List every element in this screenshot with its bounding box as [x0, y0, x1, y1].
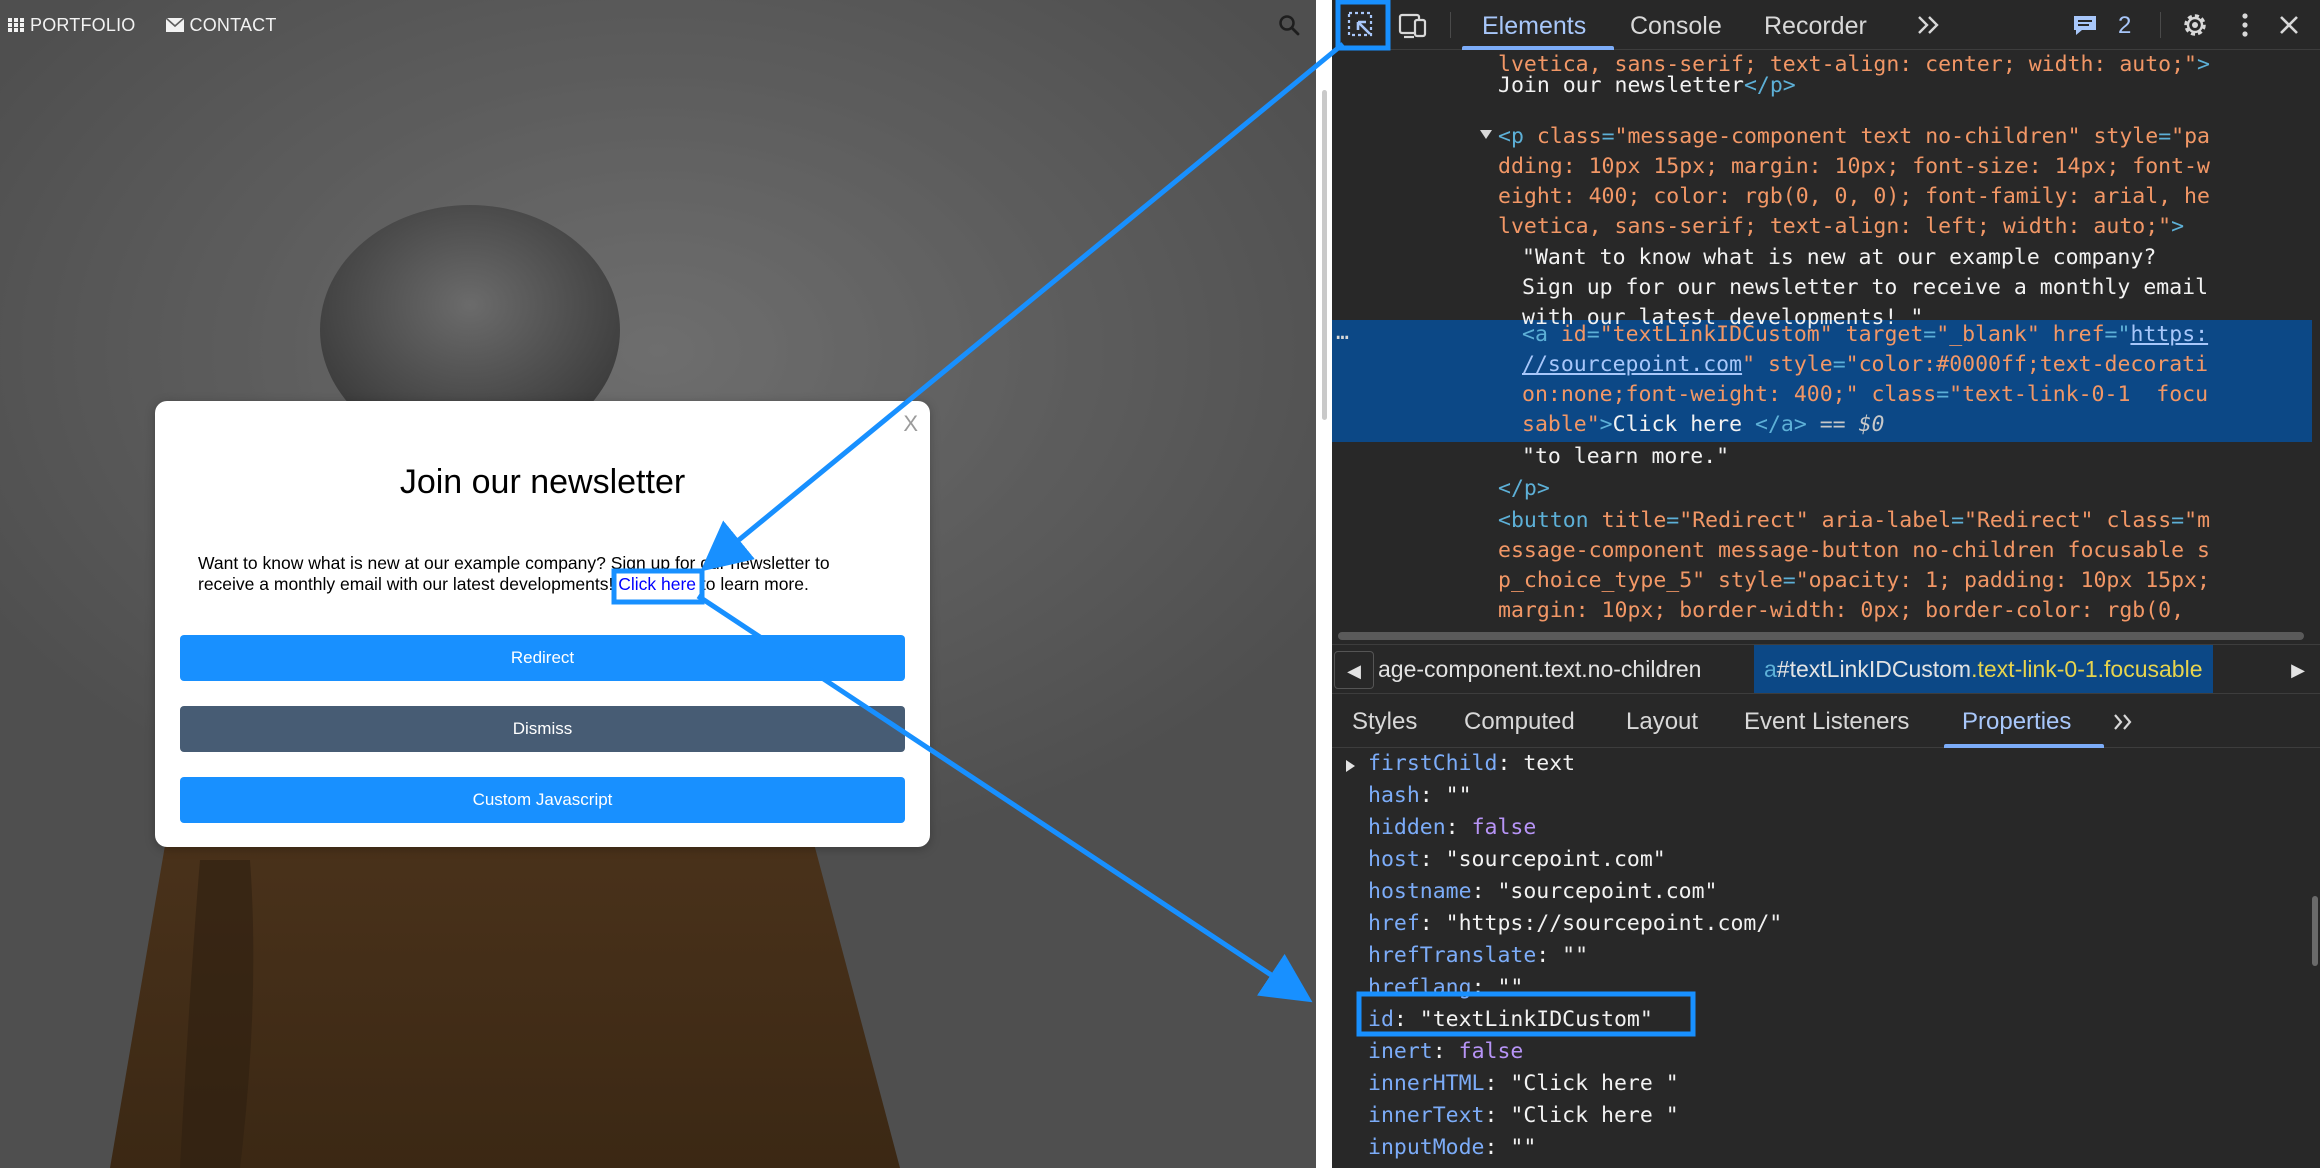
property-row[interactable]: inputMode: "" [1368, 1132, 1536, 1164]
dom-line[interactable]: Sign up for our newsletter to receive a … [1522, 273, 2208, 303]
toolbar-separator [1450, 12, 1451, 38]
breadcrumb-left-icon[interactable]: ◀ [1334, 651, 1374, 689]
sidebar-tabs: Styles Computed Layout Event Listeners P… [1332, 694, 2320, 748]
nav-contact-label: CONTACT [189, 14, 277, 35]
dom-line[interactable]: </p> [1498, 474, 1550, 504]
property-row[interactable]: hreflang: "" [1368, 972, 1523, 1004]
grid-icon [8, 18, 24, 32]
dom-line[interactable]: <button title="Redirect" aria-label="Red… [1498, 506, 2210, 536]
property-row[interactable]: hidden: false [1368, 812, 1536, 844]
property-row[interactable]: hostname: "sourcepoint.com" [1368, 876, 1718, 908]
nav-portfolio-label: PORTFOLIO [30, 14, 136, 35]
property-row[interactable]: href: "https://sourcepoint.com/" [1368, 908, 1782, 940]
modal-title: Join our newsletter [399, 463, 686, 501]
double-chevron-icon[interactable] [1912, 8, 1946, 42]
property-row[interactable]: host: "sourcepoint.com" [1368, 844, 1666, 876]
dom-line[interactable]: essage-component message-button no-child… [1498, 536, 2210, 566]
nav-portfolio[interactable]: PORTFOLIO [8, 15, 136, 36]
devtools-toolbar: Elements Console Recorder 2 [1332, 0, 2320, 50]
tab-console[interactable]: Console [1630, 0, 1722, 50]
property-row[interactable]: innerText: "Click here " [1368, 1100, 1679, 1132]
tab-event-listeners[interactable]: Event Listeners [1744, 694, 1909, 748]
modal-close-button[interactable]: X [903, 411, 918, 437]
dom-line-selected[interactable]: sable">Click here </a> == $0 [1522, 410, 1884, 440]
property-row[interactable]: hrefTranslate: "" [1368, 940, 1588, 972]
dom-line-selected[interactable]: on:none;font-weight: 400;" class="text-l… [1522, 380, 2208, 410]
site-nav: PORTFOLIO CONTACT [8, 14, 277, 36]
redirect-button[interactable]: Redirect [180, 635, 905, 681]
breadcrumb-item[interactable]: age-component.text.no-children [1378, 645, 1701, 693]
inspect-element-icon[interactable] [1344, 8, 1378, 42]
page-scrollbar[interactable] [1322, 90, 1327, 420]
issues-icon[interactable] [2070, 10, 2100, 40]
dom-line[interactable]: <p class="message-component text no-chil… [1498, 122, 2210, 152]
modal-message: Want to know what is new at our example … [198, 553, 858, 595]
property-row-id[interactable]: id: "textLinkIDCustom" [1368, 1004, 1653, 1036]
tab-elements[interactable]: Elements [1482, 0, 1586, 50]
property-row[interactable]: inert: false [1368, 1036, 1523, 1068]
toolbar-separator-2 [2160, 12, 2161, 38]
dom-line[interactable]: Join our newsletter</p> [1498, 71, 1796, 101]
dom-line[interactable]: p_choice_type_5" style="opacity: 1; padd… [1498, 566, 2210, 596]
dom-line[interactable]: eight: 400; color: rgb(0, 0, 0); font-fa… [1498, 182, 2210, 212]
envelope-icon [165, 18, 184, 32]
property-row[interactable]: innerHTML: "Click here " [1368, 1068, 1679, 1100]
newsletter-modal: X Join our newsletter Want to know what … [155, 401, 930, 847]
dom-line[interactable]: margin: 10px; border-width: 0px; border-… [1498, 596, 2184, 626]
tab-layout[interactable]: Layout [1626, 694, 1698, 748]
node-actions-icon[interactable]: … [1336, 318, 1349, 348]
properties-list: firstChild: text hash: "" hidden: false … [1332, 748, 2320, 1168]
website-viewport: PORTFOLIO CONTACT X Join our newsletter … [0, 0, 1316, 1168]
search-icon[interactable] [1278, 14, 1300, 36]
property-row[interactable]: hash: "" [1368, 780, 1472, 812]
dom-tree: lvetica, sans-serif; text-align: center;… [1332, 50, 2320, 644]
breadcrumb: ◀ age-component.text.no-children a#textL… [1332, 644, 2320, 694]
dismiss-button[interactable]: Dismiss [180, 706, 905, 752]
property-row[interactable]: firstChild: text [1368, 748, 1575, 780]
breadcrumb-item-selected[interactable]: a#textLinkIDCustom.text-link-0-1.focusab… [1754, 645, 2213, 693]
custom-javascript-button[interactable]: Custom Javascript [180, 777, 905, 823]
modal-trailing-text: to learn more. [696, 574, 809, 594]
dom-line[interactable]: "to learn more." [1522, 442, 1729, 472]
close-icon[interactable] [2272, 8, 2306, 42]
breadcrumb-right-icon[interactable]: ▶ [2278, 651, 2318, 689]
expand-triangle-icon[interactable] [1346, 760, 1355, 772]
dom-line-selected[interactable]: //sourcepoint.com" style="color:#0000ff;… [1522, 350, 2208, 380]
devtools-panel: Elements Console Recorder 2 lvetica, san… [1332, 0, 2320, 1168]
gear-icon[interactable] [2178, 8, 2212, 42]
properties-scrollbar[interactable] [2312, 896, 2318, 966]
click-here-link[interactable]: Click here [618, 574, 696, 594]
tab-styles[interactable]: Styles [1352, 694, 1417, 748]
kebab-menu-icon[interactable] [2228, 8, 2262, 42]
expand-triangle-icon[interactable] [1480, 130, 1492, 139]
dom-line[interactable]: dding: 10px 15px; margin: 10px; font-siz… [1498, 152, 2210, 182]
nav-contact[interactable]: CONTACT [165, 14, 277, 36]
issues-count[interactable]: 2 [2118, 0, 2131, 50]
device-toolbar-icon[interactable] [1396, 8, 1430, 42]
tab-computed[interactable]: Computed [1464, 694, 1575, 748]
dom-line-selected[interactable]: <a id="textLinkIDCustom" target="_blank"… [1522, 320, 2208, 350]
dom-line[interactable]: "Want to know what is new at our example… [1522, 243, 2156, 273]
tab-recorder[interactable]: Recorder [1764, 0, 1867, 50]
double-chevron-icon[interactable] [2110, 708, 2138, 736]
dom-horizontal-scrollbar[interactable] [1338, 632, 2304, 640]
dom-line[interactable]: lvetica, sans-serif; text-align: left; w… [1498, 212, 2184, 242]
tab-properties[interactable]: Properties [1962, 694, 2071, 748]
